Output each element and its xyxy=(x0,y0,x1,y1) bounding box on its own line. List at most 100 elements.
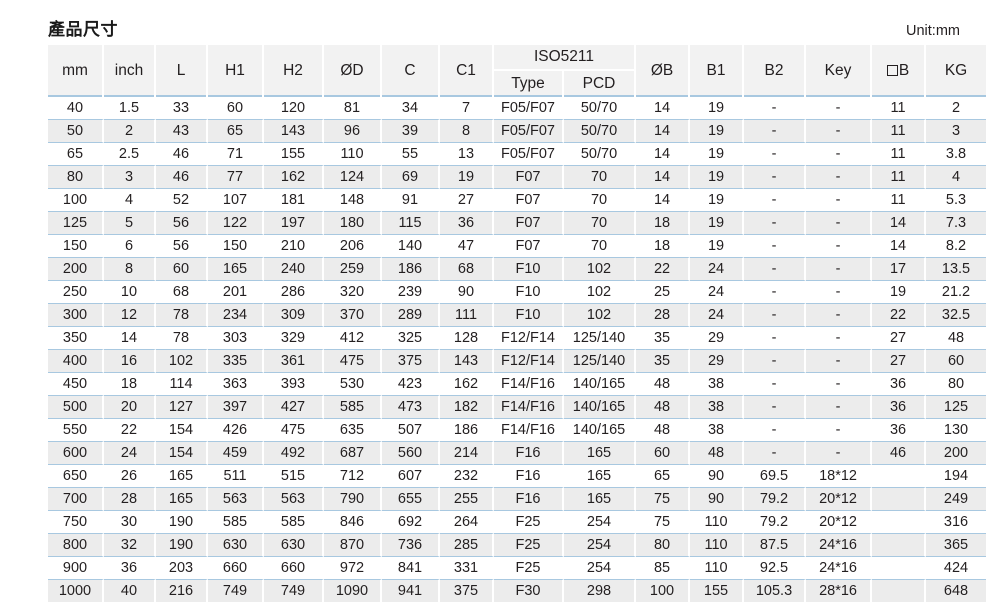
cell-type: F10 xyxy=(494,258,564,281)
cell-kg: 80 xyxy=(926,373,987,396)
cell-ob: 48 xyxy=(636,396,691,419)
cell-h2: 630 xyxy=(264,534,324,557)
cell-l: 165 xyxy=(156,465,208,488)
table-row: 800 32 190 630 630 870 736 285 F25 254 80 110 87.5 24… xyxy=(48,534,987,557)
cell-type: F25 xyxy=(494,557,564,580)
cell-key: 24*16 xyxy=(806,534,873,557)
cell-b2: - xyxy=(744,120,807,143)
cell-b1: 24 xyxy=(690,281,745,304)
column-header-pcd: PCD xyxy=(564,71,637,97)
cell-b1: 110 xyxy=(690,534,745,557)
cell-sqb: 36 xyxy=(872,396,927,419)
cell-pcd: 125/140 xyxy=(564,350,637,373)
cell-b1: 19 xyxy=(690,212,745,235)
cell-l: 56 xyxy=(156,212,208,235)
cell-c: 941 xyxy=(382,580,440,602)
cell-inch: 3 xyxy=(104,166,156,189)
cell-ob: 75 xyxy=(636,511,691,534)
table-row: 550 22 154 426 475 635 507 186 F14/F16 140/165 48 3… xyxy=(48,419,987,442)
cell-c: 473 xyxy=(382,396,440,419)
cell-b2: - xyxy=(744,281,807,304)
cell-type: F07 xyxy=(494,189,564,212)
cell-type: F16 xyxy=(494,442,564,465)
column-header-type: Type xyxy=(494,71,564,97)
cell-sqb xyxy=(872,534,927,557)
cell-l: 114 xyxy=(156,373,208,396)
cell-type: F10 xyxy=(494,281,564,304)
cell-type: F12/F14 xyxy=(494,327,564,350)
cell-h1: 363 xyxy=(208,373,264,396)
cell-sqb xyxy=(872,557,927,580)
cell-c: 736 xyxy=(382,534,440,557)
table-row: 350 14 78 303 329 412 325 128 F12/F14 125/140 35 29… xyxy=(48,327,987,350)
cell-b1: 38 xyxy=(690,396,745,419)
cell-type: F25 xyxy=(494,534,564,557)
cell-mm: 650 xyxy=(48,465,104,488)
cell-kg: 3.8 xyxy=(926,143,987,166)
cell-h2: 585 xyxy=(264,511,324,534)
cell-pcd: 254 xyxy=(564,534,637,557)
cell-b1: 19 xyxy=(690,120,745,143)
cell-kg: 125 xyxy=(926,396,987,419)
cell-l: 43 xyxy=(156,120,208,143)
cell-kg: 194 xyxy=(926,465,987,488)
cell-kg: 316 xyxy=(926,511,987,534)
cell-c1: 111 xyxy=(440,304,494,327)
cell-mm: 300 xyxy=(48,304,104,327)
cell-l: 52 xyxy=(156,189,208,212)
cell-c1: 27 xyxy=(440,189,494,212)
cell-h2: 120 xyxy=(264,97,324,120)
cell-b1: 110 xyxy=(690,511,745,534)
cell-key: 20*12 xyxy=(806,511,873,534)
cell-kg: 21.2 xyxy=(926,281,987,304)
cell-h2: 475 xyxy=(264,419,324,442)
cell-pcd: 254 xyxy=(564,557,637,580)
column-header-b1: B1 xyxy=(690,45,745,97)
cell-h2: 240 xyxy=(264,258,324,281)
table-row: 700 28 165 563 563 790 655 255 F16 165 75 90 79.2 20*… xyxy=(48,488,987,511)
cell-c: 692 xyxy=(382,511,440,534)
cell-ob: 65 xyxy=(636,465,691,488)
cell-kg: 4 xyxy=(926,166,987,189)
cell-sqb xyxy=(872,580,927,602)
cell-b2: - xyxy=(744,396,807,419)
cell-l: 46 xyxy=(156,166,208,189)
cell-od: 206 xyxy=(324,235,382,258)
cell-h1: 303 xyxy=(208,327,264,350)
cell-kg: 5.3 xyxy=(926,189,987,212)
cell-l: 78 xyxy=(156,304,208,327)
cell-ob: 14 xyxy=(636,120,691,143)
cell-sqb: 46 xyxy=(872,442,927,465)
cell-c: 140 xyxy=(382,235,440,258)
cell-od: 585 xyxy=(324,396,382,419)
cell-key: - xyxy=(806,419,873,442)
cell-c: 325 xyxy=(382,327,440,350)
cell-mm: 550 xyxy=(48,419,104,442)
cell-ob: 48 xyxy=(636,373,691,396)
cell-ob: 100 xyxy=(636,580,691,602)
cell-type: F12/F14 xyxy=(494,350,564,373)
cell-c1: 214 xyxy=(440,442,494,465)
cell-od: 530 xyxy=(324,373,382,396)
cell-b1: 90 xyxy=(690,488,745,511)
square-icon xyxy=(886,65,898,77)
cell-c1: 68 xyxy=(440,258,494,281)
cell-pcd: 140/165 xyxy=(564,419,637,442)
column-header-square-b-label: B xyxy=(898,62,910,79)
cell-inch: 18 xyxy=(104,373,156,396)
cell-key: - xyxy=(806,212,873,235)
cell-kg: 8.2 xyxy=(926,235,987,258)
cell-c: 239 xyxy=(382,281,440,304)
cell-ob: 14 xyxy=(636,143,691,166)
table-row: 500 20 127 397 427 585 473 182 F14/F16 140/165 48 3… xyxy=(48,396,987,419)
cell-type: F05/F07 xyxy=(494,120,564,143)
cell-h2: 427 xyxy=(264,396,324,419)
cell-type: F07 xyxy=(494,212,564,235)
cell-mm: 50 xyxy=(48,120,104,143)
cell-od: 972 xyxy=(324,557,382,580)
cell-c: 186 xyxy=(382,258,440,281)
cell-h2: 492 xyxy=(264,442,324,465)
cell-sqb: 11 xyxy=(872,166,927,189)
cell-l: 68 xyxy=(156,281,208,304)
cell-c1: 128 xyxy=(440,327,494,350)
